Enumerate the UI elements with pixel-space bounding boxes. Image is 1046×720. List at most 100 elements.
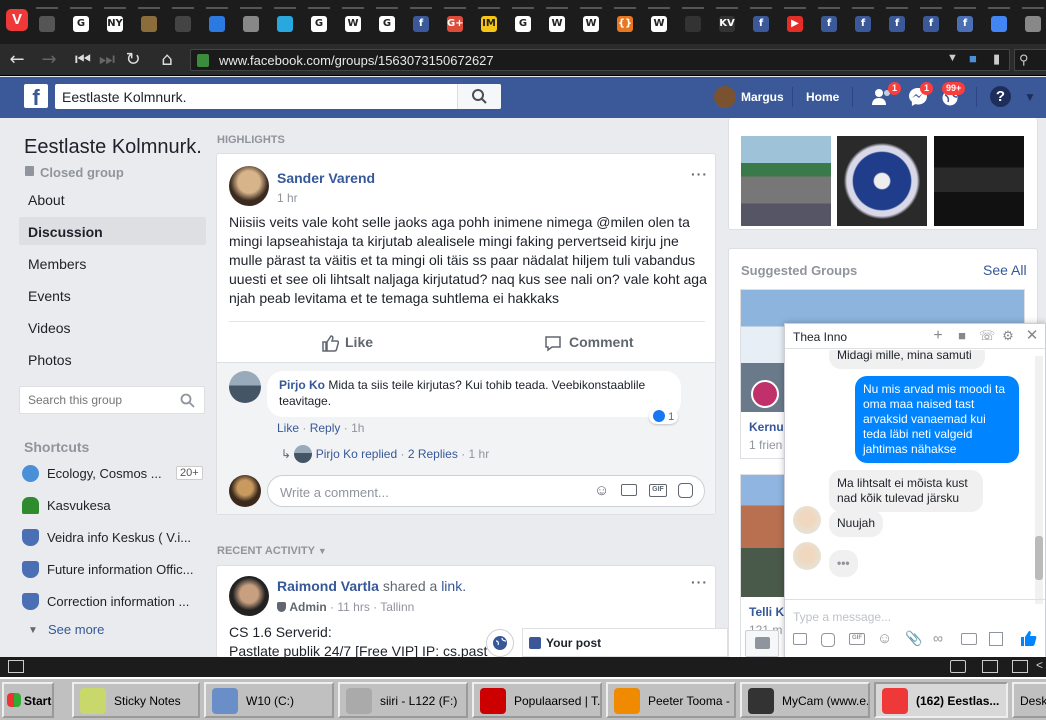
search-icon[interactable] — [180, 393, 196, 409]
browser-tab[interactable]: IM — [476, 7, 502, 38]
photo-thumbnail[interactable] — [837, 136, 927, 226]
browser-tab[interactable]: NY — [102, 7, 128, 38]
sticker-icon[interactable] — [821, 633, 835, 647]
browser-tab[interactable]: f — [850, 7, 876, 38]
more-options-icon[interactable]: ··· — [691, 574, 708, 590]
phone-icon[interactable]: ☏ — [979, 329, 995, 343]
author-avatar[interactable] — [229, 576, 269, 616]
browser-tab[interactable]: f — [816, 7, 842, 38]
group-search-input[interactable] — [20, 387, 170, 413]
browser-tab[interactable]: G — [374, 7, 400, 38]
emoji-icon[interactable]: ☺ — [594, 482, 609, 499]
browser-tab[interactable]: KV — [714, 7, 740, 38]
post-author[interactable]: Sander Varend — [277, 170, 375, 186]
search-button[interactable] — [457, 84, 501, 109]
browser-tab[interactable]: W — [544, 7, 570, 38]
chat-scrollbar[interactable] — [1035, 356, 1043, 604]
chevron-down-icon[interactable]: ▼ — [1024, 90, 1036, 104]
image-icon[interactable] — [1012, 660, 1028, 673]
nav-videos[interactable]: Videos — [19, 313, 206, 341]
camera-icon[interactable] — [621, 484, 637, 496]
comment-button[interactable]: Comment — [569, 334, 634, 350]
see-more-link[interactable]: See more — [48, 622, 104, 637]
nav-events[interactable]: Events — [19, 281, 206, 309]
home-link[interactable]: Home — [806, 90, 839, 104]
home-button[interactable]: ⌂ — [156, 50, 178, 70]
forward-button[interactable]: → — [38, 50, 60, 70]
nav-discussion[interactable]: Discussion — [19, 217, 206, 245]
facebook-search[interactable] — [55, 84, 501, 109]
recent-activity-header[interactable]: RECENT ACTIVITY ▼ — [217, 545, 327, 557]
grid-icon[interactable] — [989, 632, 1003, 646]
post-time[interactable]: 1 hr — [277, 191, 298, 205]
browser-tab[interactable] — [272, 7, 298, 38]
add-person-icon[interactable]: + — [931, 328, 945, 344]
taskbar-item[interactable]: Sticky Notes — [72, 682, 200, 718]
browser-tab[interactable]: f — [884, 7, 910, 38]
camera-icon[interactable] — [950, 660, 966, 673]
browser-tab[interactable]: G — [68, 7, 94, 38]
group-search[interactable] — [19, 386, 205, 414]
nav-about[interactable]: About — [19, 185, 206, 213]
taskbar-item[interactable]: W10 (C:) — [204, 682, 334, 718]
close-icon[interactable]: ✕ — [1025, 328, 1039, 343]
browser-tab[interactable]: W — [578, 7, 604, 38]
taskbar-item[interactable]: MyCam (www.e... — [740, 682, 870, 718]
browser-tab[interactable] — [170, 7, 196, 38]
gear-icon[interactable]: ⚙ — [1001, 329, 1015, 343]
start-button[interactable]: Start — [2, 682, 54, 718]
browser-tab[interactable]: G+ — [442, 7, 468, 38]
nav-photos[interactable]: Photos — [19, 345, 206, 373]
browser-tab[interactable] — [986, 7, 1012, 38]
more-options-icon[interactable]: ··· — [691, 166, 708, 182]
reload-button[interactable]: ↻ — [122, 50, 144, 70]
post-author[interactable]: Raimond Vartla — [277, 578, 379, 594]
group-name[interactable]: Eestlaste Kolmnurk. — [24, 136, 202, 159]
page-actions-icon[interactable]: < — [1036, 658, 1043, 672]
comment-author[interactable]: Pirjo Ko — [279, 378, 325, 392]
fast-forward-button[interactable]: ⏭ — [96, 50, 118, 70]
post-time[interactable]: 11 hrs — [337, 600, 369, 614]
chevron-down-icon[interactable]: ▼ — [947, 52, 958, 64]
browser-tab[interactable]: f — [408, 7, 434, 38]
write-comment-field[interactable]: Write a comment... ☺ GIF — [267, 475, 705, 507]
back-button[interactable]: ← — [6, 50, 28, 70]
browser-tab[interactable] — [238, 7, 264, 38]
reaction-count[interactable]: 1 — [649, 409, 679, 424]
browser-tab[interactable]: f — [918, 7, 944, 38]
user-avatar[interactable] — [714, 86, 736, 108]
photo-thumbnail[interactable] — [934, 136, 1024, 226]
facebook-search-input[interactable] — [55, 84, 455, 109]
browser-tab[interactable]: f — [952, 7, 978, 38]
replies-row[interactable]: ↳ Pirjo Ko replied · 2 Replies · 1 hr — [281, 445, 489, 463]
globe-icon[interactable] — [486, 629, 514, 657]
browser-tab[interactable]: G — [306, 7, 332, 38]
facebook-logo[interactable]: f — [24, 84, 48, 110]
browser-tab[interactable] — [136, 7, 162, 38]
browser-tab[interactable] — [34, 7, 60, 38]
shortcut-item[interactable]: Ecology, Cosmos ... — [22, 465, 200, 485]
link-icon[interactable]: ∞ — [933, 630, 943, 646]
taskbar-item[interactable]: Peeter Tooma - ... — [606, 682, 736, 718]
like-button[interactable]: Like — [345, 334, 373, 350]
taskbar-item[interactable]: siiri - L122 (F:) — [338, 682, 468, 718]
browser-tab[interactable]: W — [340, 7, 366, 38]
comment-like-link[interactable]: Like — [277, 421, 299, 435]
replies-author[interactable]: Pirjo Ko replied — [316, 447, 397, 461]
commenter-avatar[interactable] — [229, 371, 261, 403]
browser-tab[interactable] — [204, 7, 230, 38]
shortcut-item[interactable]: Kasvukesa — [22, 497, 200, 517]
camera-icon[interactable]: ■ — [969, 51, 977, 66]
post-location[interactable]: Tallinn — [380, 600, 414, 614]
replies-count[interactable]: 2 Replies — [408, 447, 458, 461]
taskbar-item[interactable]: Populaarsed | T... — [472, 682, 602, 718]
gif-icon[interactable]: GIF — [649, 484, 667, 497]
browser-tab[interactable]: G — [510, 7, 536, 38]
image-icon[interactable] — [793, 633, 807, 645]
browser-tab[interactable] — [1020, 7, 1046, 38]
shortcut-item[interactable]: Future information Offic... — [22, 561, 200, 581]
vivaldi-menu-button[interactable]: V — [6, 9, 28, 31]
browser-tab[interactable]: {} — [612, 7, 638, 38]
user-name[interactable]: Margus — [741, 90, 784, 104]
panel-toggle-icon[interactable] — [8, 660, 24, 673]
